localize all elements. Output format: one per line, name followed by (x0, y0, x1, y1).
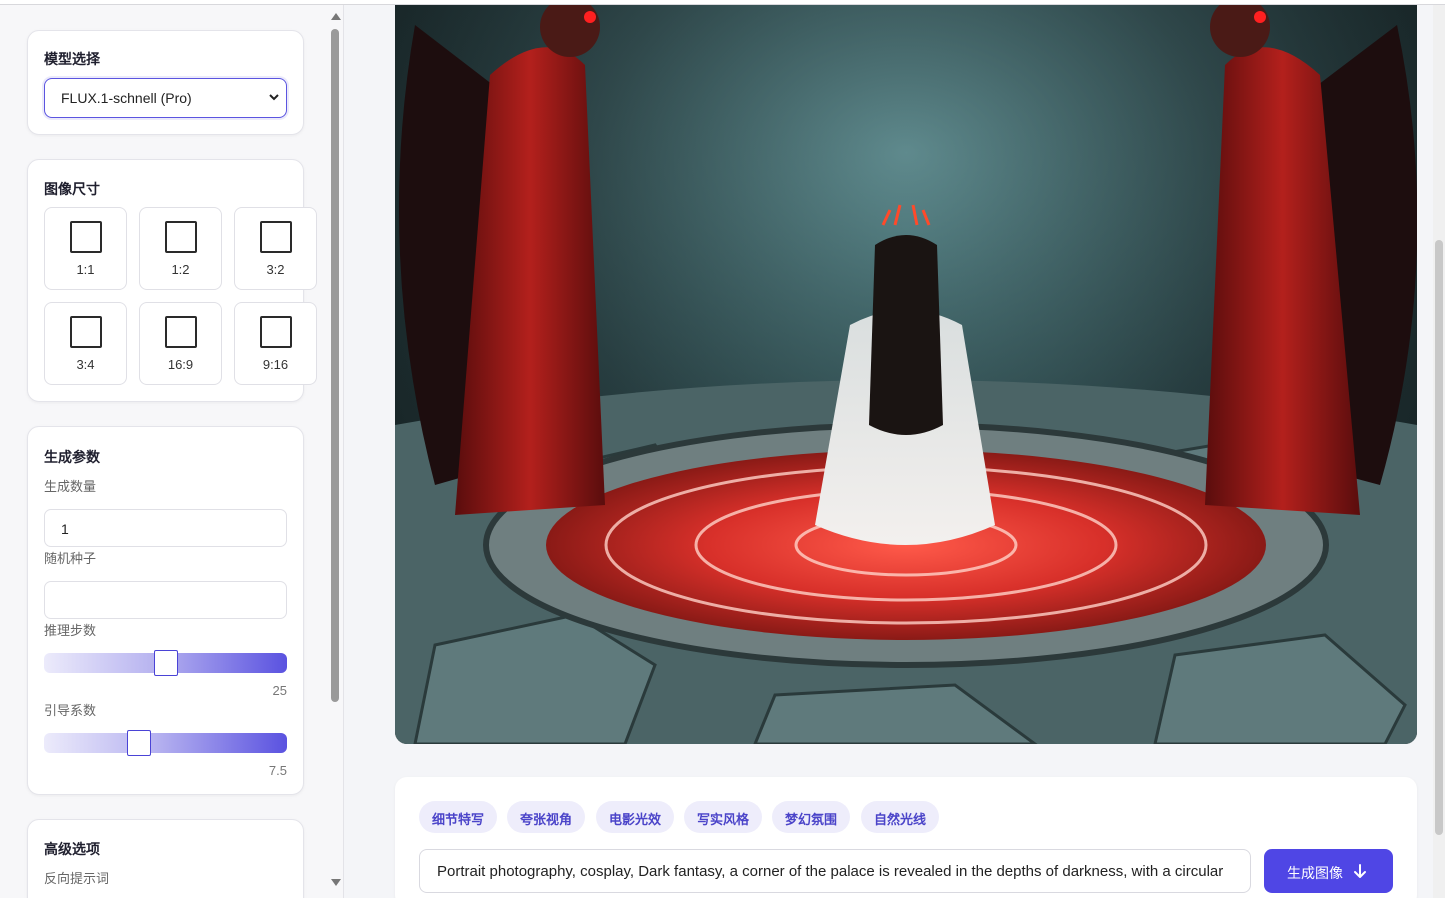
steps-value: 25 (272, 683, 287, 698)
style-tag[interactable]: 梦幻氛围 (772, 801, 851, 833)
image-size-title: 图像尺寸 (44, 181, 100, 197)
generated-image (395, 5, 1417, 744)
advanced-title: 高级选项 (44, 841, 100, 857)
model-select[interactable]: FLUX.1-schnell (Pro) (44, 78, 287, 118)
image-size-card: 图像尺寸 1:1 1:2 3:2 3:4 16:9 9:16 (27, 159, 317, 402)
scroll-up-icon[interactable] (331, 13, 341, 20)
prompt-panel: 细节特写 夸张视角 电影光效 写实风格 梦幻氛围 自然光线 Portrait p… (395, 777, 1417, 898)
model-select-value: FLUX.1-schnell (Pro) (61, 90, 192, 106)
generation-params-card: 生成参数 生成数量 1 随机种子 推理步数 25 引导系数 7.5 (27, 426, 304, 795)
ratio-label: 16:9 (167, 357, 194, 372)
square-icon (70, 316, 102, 348)
style-tag[interactable]: 自然光线 (861, 801, 940, 833)
square-icon (165, 221, 197, 253)
style-tag[interactable]: 夸张视角 (507, 801, 586, 833)
style-tag[interactable]: 电影光效 (596, 801, 675, 833)
sidebar-scroll-thumb[interactable] (331, 29, 339, 702)
count-input[interactable]: 1 (44, 509, 287, 547)
guidance-label: 引导系数 (44, 703, 97, 718)
ratio-button-1-1[interactable]: 1:1 (44, 207, 127, 290)
model-card: 模型选择 FLUX.1-schnell (Pro) (27, 30, 304, 135)
count-label: 生成数量 (44, 479, 97, 494)
guidance-value: 7.5 (268, 763, 287, 778)
main-scroll-thumb[interactable] (1435, 240, 1443, 835)
generate-button[interactable]: 生成图像 (1264, 849, 1393, 893)
style-tag[interactable]: 写实风格 (684, 801, 763, 833)
ratio-button-3-2[interactable]: 3:2 (234, 207, 317, 290)
count-value: 1 (61, 521, 69, 537)
ratio-button-16-9[interactable]: 16:9 (139, 302, 222, 385)
settings-sidebar: 模型选择 FLUX.1-schnell (Pro) 图像尺寸 1:1 1:2 3… (0, 5, 344, 898)
guidance-slider-thumb[interactable] (127, 730, 151, 756)
ratio-label: 1:2 (171, 262, 190, 277)
main-scrollbar[interactable] (1433, 5, 1445, 898)
steps-slider[interactable] (44, 650, 287, 676)
steps-slider-thumb[interactable] (154, 650, 178, 676)
ratio-label: 3:2 (266, 262, 285, 277)
ratio-label: 1:1 (76, 262, 95, 277)
ratio-button-9-16[interactable]: 9:16 (234, 302, 317, 385)
square-icon (260, 316, 292, 348)
prompt-input[interactable]: Portrait photography, cosplay, Dark fant… (419, 849, 1251, 893)
square-icon (165, 316, 197, 348)
ratio-label: 3:4 (76, 357, 95, 372)
negative-prompt-label: 反向提示词 (44, 871, 110, 886)
ratio-label: 9:16 (262, 357, 289, 372)
style-tag[interactable]: 细节特写 (419, 801, 498, 833)
sidebar-scrollbar[interactable] (329, 5, 343, 898)
chevron-down-icon (269, 94, 279, 101)
steps-label: 推理步数 (44, 623, 97, 638)
params-title: 生成参数 (44, 449, 100, 465)
arrow-down-icon (1354, 864, 1366, 878)
scroll-down-icon[interactable] (331, 879, 341, 886)
seed-label: 随机种子 (44, 551, 97, 566)
model-card-title: 模型选择 (44, 51, 100, 67)
square-icon (70, 221, 102, 253)
advanced-options-card: 高级选项 反向提示词 (27, 819, 304, 898)
generate-button-label: 生成图像 (1287, 865, 1343, 881)
seed-input[interactable] (44, 581, 287, 619)
square-icon (260, 221, 292, 253)
guidance-slider[interactable] (44, 730, 287, 756)
dark-fantasy-illustration (395, 5, 1417, 744)
ratio-button-1-2[interactable]: 1:2 (139, 207, 222, 290)
ratio-button-3-4[interactable]: 3:4 (44, 302, 127, 385)
